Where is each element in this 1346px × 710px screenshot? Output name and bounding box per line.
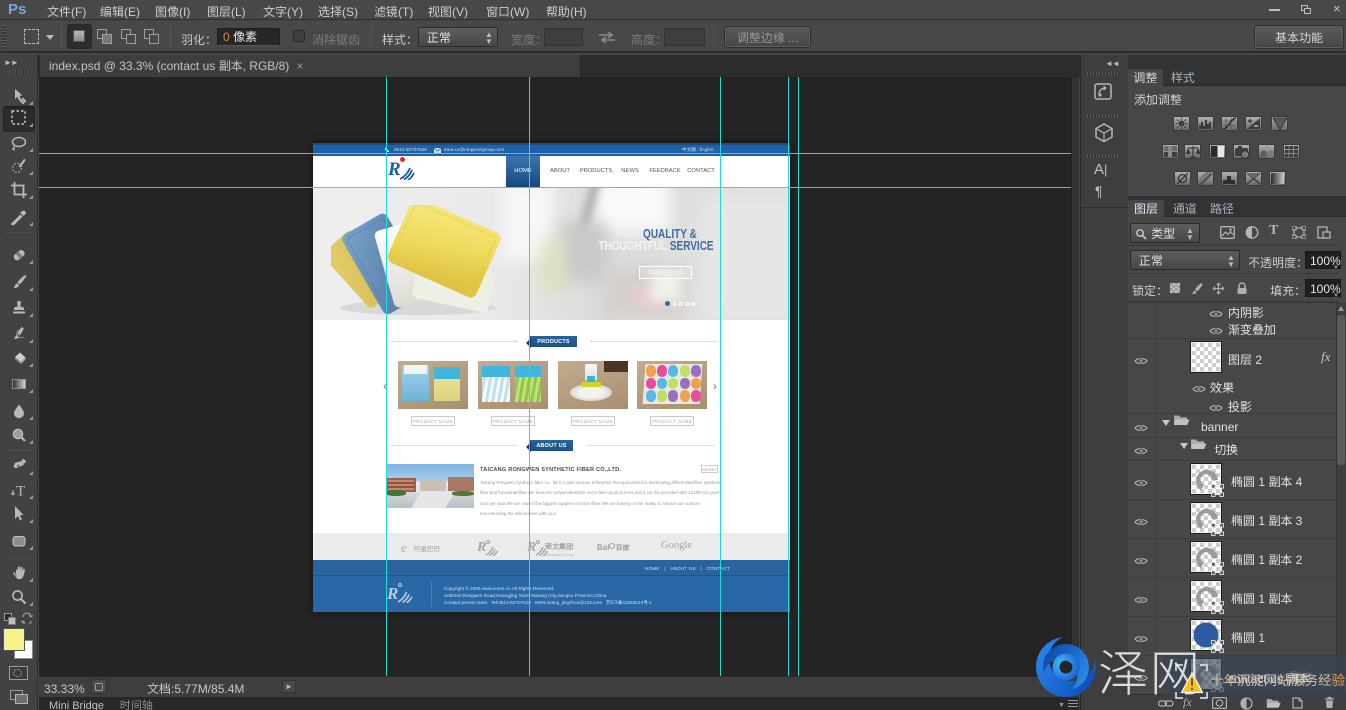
svg-text:T: T: [16, 484, 25, 500]
